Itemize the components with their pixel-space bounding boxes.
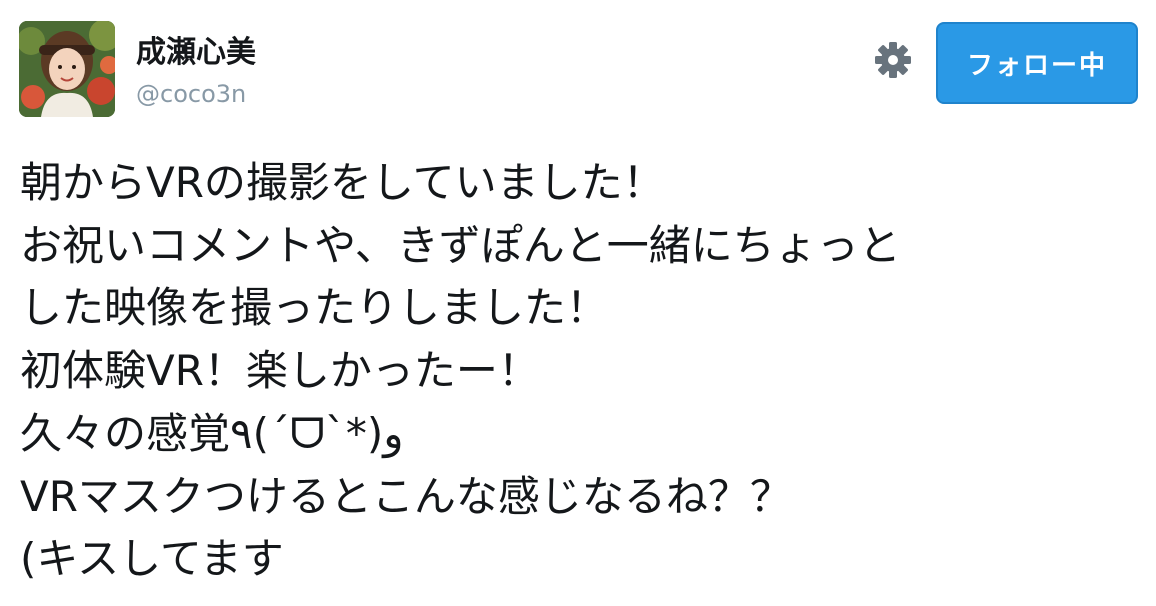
avatar[interactable] (19, 21, 115, 117)
tweet-line: (キスしてます (20, 534, 284, 584)
avatar-photo (19, 21, 115, 117)
tweet-text: 朝からVRの撮影をしていました！ お祝いコメントや、きずぽんと一緒にちょっと し… (20, 152, 1140, 591)
tweet-line: 朝からVRの撮影をしていました！ (20, 158, 665, 207)
user-handle[interactable]: @coco3n (136, 78, 246, 110)
tweet-line: した映像を撮ったりしました！ (20, 283, 609, 333)
gear-icon[interactable] (872, 39, 914, 81)
display-name[interactable]: 成瀬心美 (136, 34, 256, 72)
tweet-line: お祝いコメントや、きずぽんと一緒にちょっと (20, 220, 901, 270)
following-button[interactable]: フォロー中 (936, 22, 1138, 104)
tweet-line: 初体験VR！楽しかったー！ (20, 346, 540, 396)
tweet-line: VRマスクつけるとこんな感じなるね？？ (20, 471, 792, 521)
tweet-line: 久々の感覚٩(ˊᗜˋ*)و (20, 408, 404, 458)
